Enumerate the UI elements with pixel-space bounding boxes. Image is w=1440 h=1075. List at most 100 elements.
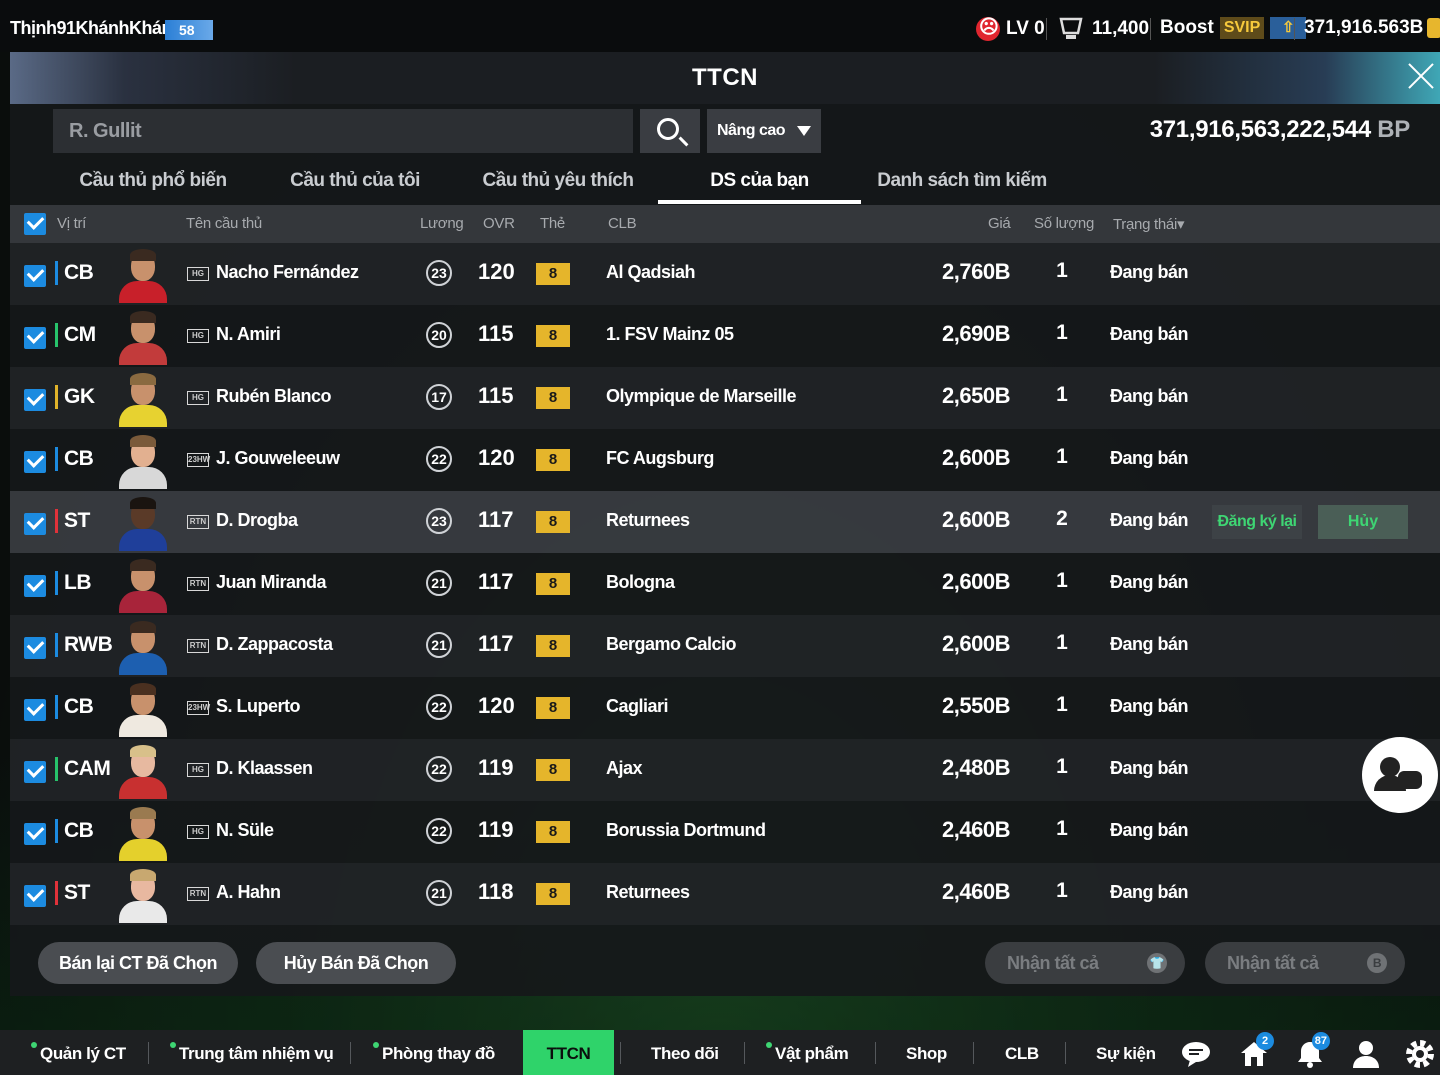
col-quantity: Số lượng — [1034, 215, 1095, 232]
season-icon: HG — [187, 267, 209, 281]
row-checkbox[interactable] — [24, 823, 46, 845]
divider — [1294, 18, 1295, 40]
row-checkbox[interactable] — [24, 513, 46, 535]
bp-short-value: 371,916.563B — [1304, 17, 1424, 38]
chat-support-button[interactable] — [1362, 737, 1438, 813]
table-row[interactable]: CB 23HW S. Luperto 22 120 8 Cagliari 2,5… — [10, 677, 1440, 739]
row-checkbox[interactable] — [24, 885, 46, 907]
position-label: CB — [55, 819, 94, 843]
nav-transfer-market[interactable]: TTCN — [523, 1030, 614, 1075]
price-value: 2,600B — [942, 569, 1010, 594]
tab-favorite-players[interactable]: Cầu thủ yêu thích — [472, 162, 644, 204]
row-checkbox[interactable] — [24, 699, 46, 721]
search-input[interactable]: R. Gullit — [53, 109, 633, 153]
bell-icon[interactable]: 87 — [1294, 1032, 1330, 1070]
nav-watchlist[interactable]: Theo dõi — [651, 1030, 719, 1075]
close-icon[interactable] — [1402, 58, 1438, 94]
table-row[interactable]: CB HG Nacho Fernández 23 120 8 Al Qadsia… — [10, 243, 1440, 305]
table-row[interactable]: GK HG Rubén Blanco 17 115 8 Olympique de… — [10, 367, 1440, 429]
relist-button[interactable]: Đăng ký lại — [1212, 505, 1302, 539]
table-row-selected[interactable]: ST RTN D. Drogba 23 117 8 Returnees 2,60… — [10, 491, 1440, 553]
claim-all-players-button[interactable]: Nhận tất cả 👕 — [985, 942, 1185, 984]
price-value: 2,760B — [942, 259, 1010, 284]
nav-items[interactable]: Vật phẩm — [766, 1030, 849, 1075]
player-avatar — [115, 371, 171, 427]
row-checkbox[interactable] — [24, 389, 46, 411]
resell-selected-button[interactable]: Bán lại CT Đã Chọn — [38, 942, 238, 984]
position-label: CB — [55, 261, 94, 285]
row-checkbox[interactable] — [24, 265, 46, 287]
search-button[interactable] — [640, 109, 700, 153]
position-label: RWB — [55, 633, 113, 657]
player-name: Juan Miranda — [216, 572, 327, 592]
player-avatar — [115, 867, 171, 923]
lv-label: LV 0 — [1006, 18, 1045, 39]
player-name: S. Luperto — [216, 696, 301, 716]
nav-squad-management[interactable]: Quản lý CT — [31, 1030, 126, 1075]
player-avatar — [115, 743, 171, 799]
chat-icon[interactable] — [1180, 1038, 1212, 1070]
player-name: N. Amiri — [216, 324, 281, 344]
table-row[interactable]: CB 23HW J. Gouweleeuw 22 120 8 FC Augsbu… — [10, 429, 1440, 491]
col-price[interactable]: Giá — [988, 215, 1011, 232]
wage-value: 22 — [426, 818, 452, 844]
quantity-value: 1 — [1056, 259, 1068, 282]
nav-locker-room[interactable]: Phòng thay đồ — [373, 1030, 495, 1075]
club-name: FC Augsburg — [606, 448, 714, 468]
tab-my-players[interactable]: Cầu thủ của tôi — [280, 162, 430, 204]
season-icon: RTN — [187, 639, 209, 653]
nav-club[interactable]: CLB — [1005, 1030, 1039, 1075]
player-name: J. Gouweleeuw — [216, 448, 340, 468]
boost-label: Boost — [1160, 17, 1214, 38]
claim-all-bp-button[interactable]: Nhận tất cả B — [1205, 942, 1405, 984]
ovr-value: 119 — [478, 817, 514, 842]
row-checkbox[interactable] — [24, 575, 46, 597]
table-row[interactable]: CAM HG D. Klaassen 22 119 8 Ajax 2,480B … — [10, 739, 1440, 801]
title-bar: TTCN — [10, 52, 1440, 104]
nav-events[interactable]: Sự kiện — [1096, 1030, 1156, 1075]
advanced-filter-dropdown[interactable]: Nâng cao — [707, 109, 821, 153]
table-row[interactable]: ST RTN A. Hahn 21 118 8 Returnees 2,460B… — [10, 863, 1440, 925]
club-name: Olympique de Marseille — [606, 386, 797, 406]
row-checkbox[interactable] — [24, 637, 46, 659]
tab-your-list[interactable]: DS của bạn — [658, 162, 861, 204]
row-checkbox[interactable] — [24, 451, 46, 473]
table-row[interactable]: CM HG N. Amiri 20 115 8 1. FSV Mainz 05 … — [10, 305, 1440, 367]
nav-mission-center[interactable]: Trung tâm nhiệm vụ — [170, 1030, 334, 1075]
position-label: CM — [55, 323, 96, 347]
tab-popular-players[interactable]: Cầu thủ phổ biến — [68, 162, 238, 204]
season-icon: RTN — [187, 887, 209, 901]
claim-all-label: Nhận tất cả — [1227, 953, 1319, 973]
ovr-value: 115 — [478, 321, 514, 346]
position-label: LB — [55, 571, 92, 595]
tab-search-list[interactable]: Danh sách tìm kiếm — [872, 162, 1052, 204]
row-checkbox[interactable] — [24, 327, 46, 349]
col-status-filter[interactable]: Trạng thái▾ — [1113, 215, 1185, 233]
row-checkbox[interactable] — [24, 761, 46, 783]
shirt-icon: 👕 — [1147, 953, 1167, 973]
profile-icon[interactable] — [1350, 1038, 1382, 1070]
home-icon[interactable]: 2 — [1238, 1032, 1274, 1070]
player-name: D. Drogba — [216, 510, 298, 530]
person-icon — [1380, 757, 1400, 777]
claim-all-label: Nhận tất cả — [1007, 953, 1099, 973]
gear-icon[interactable] — [1404, 1038, 1436, 1070]
boost-display[interactable]: Boost SVIP ⇧ — [1160, 17, 1307, 39]
price-value: 2,650B — [942, 383, 1010, 408]
price-value: 2,550B — [942, 693, 1010, 718]
bp-unit: BP — [1377, 116, 1410, 143]
club-name: Cagliari — [606, 696, 669, 716]
nav-shop[interactable]: Shop — [906, 1030, 947, 1075]
wage-value: 20 — [426, 322, 452, 348]
grade-badge: 8 — [536, 573, 570, 595]
table-row[interactable]: CB HG N. Süle 22 119 8 Borussia Dortmund… — [10, 801, 1440, 863]
table-row[interactable]: RWB RTN D. Zappacosta 21 117 8 Bergamo C… — [10, 615, 1440, 677]
cancel-selected-button[interactable]: Hủy Bán Đã Chọn — [256, 942, 456, 984]
table-row[interactable]: LB RTN Juan Miranda 21 117 8 Bologna 2,6… — [10, 553, 1440, 615]
bp-coin-icon — [1427, 18, 1440, 38]
position-label: ST — [55, 881, 90, 905]
cancel-listing-button[interactable]: Hủy — [1318, 505, 1408, 539]
select-all-checkbox[interactable] — [24, 213, 46, 235]
coins-value: 11,400 — [1092, 18, 1150, 39]
svip-badge: SVIP — [1219, 17, 1265, 39]
